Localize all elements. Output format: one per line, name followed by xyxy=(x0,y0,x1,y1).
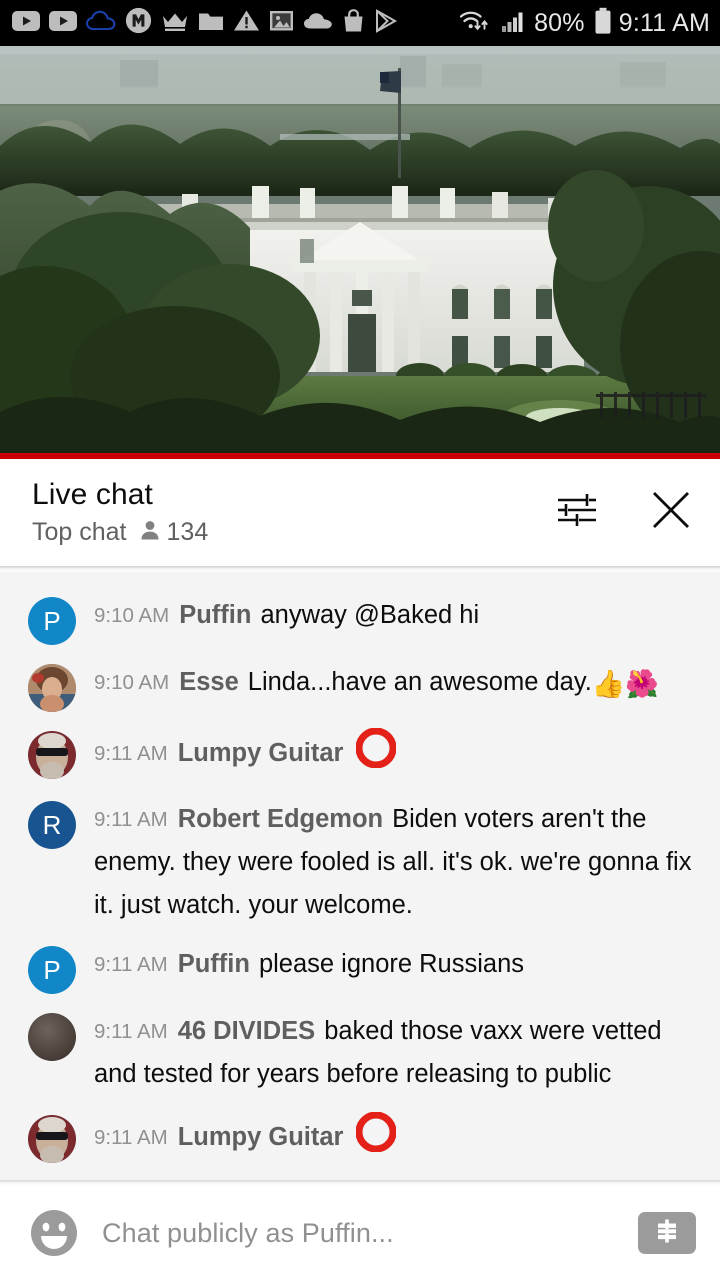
avatar-photo-dark xyxy=(28,1013,76,1061)
avatar[interactable] xyxy=(28,731,76,779)
message-timestamp: 9:10 AM xyxy=(94,604,170,627)
message-author[interactable]: Lumpy Guitar xyxy=(178,1123,344,1151)
message-emoji: 👍🌺 xyxy=(591,669,660,699)
chat-message-list[interactable]: P 9:10 AM Puffin anyway @Baked hi 9:10 A… xyxy=(0,572,720,1180)
avatar[interactable] xyxy=(28,1013,76,1061)
folder-icon xyxy=(198,10,224,37)
avatar[interactable]: R xyxy=(28,801,76,849)
chat-message-body: 9:10 AM Puffin anyway @Baked hi xyxy=(94,594,704,637)
message-author[interactable]: Lumpy Guitar xyxy=(178,739,344,767)
red-circle-emoji xyxy=(355,727,397,782)
chat-message-body: 9:11 AM 46 DIVIDES baked those vaxx were v… xyxy=(94,1010,704,1096)
play-store-icon xyxy=(374,8,398,38)
battery-icon xyxy=(594,7,612,40)
avatar[interactable]: P xyxy=(28,597,76,645)
message-timestamp: 9:11 AM xyxy=(94,1020,168,1043)
message-timestamp: 9:11 AM xyxy=(94,953,168,976)
cloud-filled-icon xyxy=(303,12,333,35)
image-icon xyxy=(269,9,294,37)
avatar-initial: R xyxy=(42,809,62,840)
person-icon xyxy=(138,518,162,547)
message-author[interactable]: Puffin xyxy=(179,601,251,629)
white-house-live-stream xyxy=(0,46,720,453)
message-text: anyway @Baked hi xyxy=(260,601,480,629)
status-bar-system-indicators: 80% 9:11 AM xyxy=(458,7,710,40)
emoji-smiley-icon xyxy=(28,1210,80,1263)
chat-mode-label[interactable]: Top chat xyxy=(32,518,127,547)
clock-label: 9:11 AM xyxy=(618,8,710,37)
chat-message-body: 9:11 AM Robert Edgemon Biden voters aren't… xyxy=(94,798,704,927)
avatar-initial: P xyxy=(43,605,61,636)
message-author[interactable]: Puffin xyxy=(178,950,250,978)
close-chat-button[interactable] xyxy=(646,488,696,538)
chat-subheader: Top chat 134 xyxy=(32,518,208,547)
avatar-photo-man xyxy=(28,731,76,779)
cellular-signal-icon xyxy=(501,9,527,38)
warning-triangle-icon xyxy=(233,9,260,37)
status-bar-notification-icons xyxy=(12,7,398,39)
chat-message-body: 9:11 AM Puffin please ignore Russians xyxy=(94,943,704,986)
chat-message-body: 9:11 AM Lumpy Guitar xyxy=(94,727,704,782)
battery-percent-label: 80% xyxy=(534,8,585,37)
avatar-photo-man xyxy=(28,1115,76,1163)
wifi-data-icon xyxy=(458,7,494,40)
viewer-count-label: 134 xyxy=(166,518,209,546)
chat-message[interactable]: P 9:11 AM Puffin please ignore Russians xyxy=(0,935,720,1002)
avatar-photo-woman xyxy=(28,664,76,712)
message-author[interactable]: Esse xyxy=(179,668,239,696)
chat-message-body: 9:10 AM Esse Linda...have an awesome day.👍… xyxy=(94,661,704,706)
status-bar: 80% 9:11 AM xyxy=(0,0,720,46)
chat-message[interactable]: R 9:11 AM Robert Edgemon Biden voters aren… xyxy=(0,790,720,935)
tune-sliders-icon xyxy=(555,489,599,536)
message-text: please ignore Russians xyxy=(258,950,525,978)
shopping-bag-icon xyxy=(342,8,365,38)
chat-message[interactable]: 9:11 AM Lumpy Guitar xyxy=(0,720,720,790)
message-timestamp: 9:11 AM xyxy=(94,742,168,765)
live-chat-header: Live chat Top chat 134 xyxy=(0,459,720,566)
cloud-outline-icon xyxy=(85,10,116,37)
chat-input-bar[interactable]: Chat publicly as Puffin... xyxy=(0,1186,720,1280)
video-player[interactable] xyxy=(0,46,720,453)
chat-message[interactable]: 9:11 AM 46 DIVIDES baked those vaxx were v… xyxy=(0,1002,720,1104)
red-circle-emoji xyxy=(355,1111,397,1166)
super-chat-button[interactable] xyxy=(638,1212,696,1254)
chat-message-body: 9:11 AM Lumpy Guitar xyxy=(94,1111,704,1166)
message-timestamp: 9:10 AM xyxy=(94,671,170,694)
avatar[interactable] xyxy=(28,664,76,712)
chat-message[interactable]: 9:11 AM Lumpy Guitar xyxy=(0,1104,720,1174)
avatar[interactable]: P xyxy=(28,946,76,994)
message-timestamp: 9:11 AM xyxy=(94,1126,168,1149)
youtube-icon xyxy=(12,10,40,36)
chat-settings-button[interactable] xyxy=(552,488,602,538)
youtube-live-chat-screen: 80% 9:11 AM Live chat Top chat 134 P 9:1… xyxy=(0,0,720,1280)
avatar[interactable] xyxy=(28,1115,76,1163)
close-icon xyxy=(649,488,693,537)
message-timestamp: 9:11 AM xyxy=(94,808,168,831)
avatar-initial: P xyxy=(43,954,61,985)
chat-message[interactable]: P 9:10 AM Puffin anyway @Baked hi xyxy=(0,586,720,653)
live-chat-header-actions xyxy=(552,488,696,538)
chat-input-field[interactable]: Chat publicly as Puffin... xyxy=(102,1218,638,1249)
m-badge-icon xyxy=(125,7,152,39)
live-chat-header-text-group: Live chat Top chat 134 xyxy=(32,478,208,547)
chat-message[interactable]: 9:10 AM Esse Linda...have an awesome day.👍… xyxy=(0,653,720,720)
message-author[interactable]: 46 DIVIDES xyxy=(178,1017,315,1045)
crown-icon xyxy=(161,10,189,37)
message-text: Linda...have an awesome day. xyxy=(247,668,592,696)
youtube-icon xyxy=(49,10,77,36)
page-title: Live chat xyxy=(32,478,153,511)
emoji-picker-button[interactable] xyxy=(28,1207,80,1259)
viewer-count-group: 134 xyxy=(138,518,209,547)
message-author[interactable]: Robert Edgemon xyxy=(178,805,383,833)
dollar-superchat-icon xyxy=(652,1216,682,1251)
